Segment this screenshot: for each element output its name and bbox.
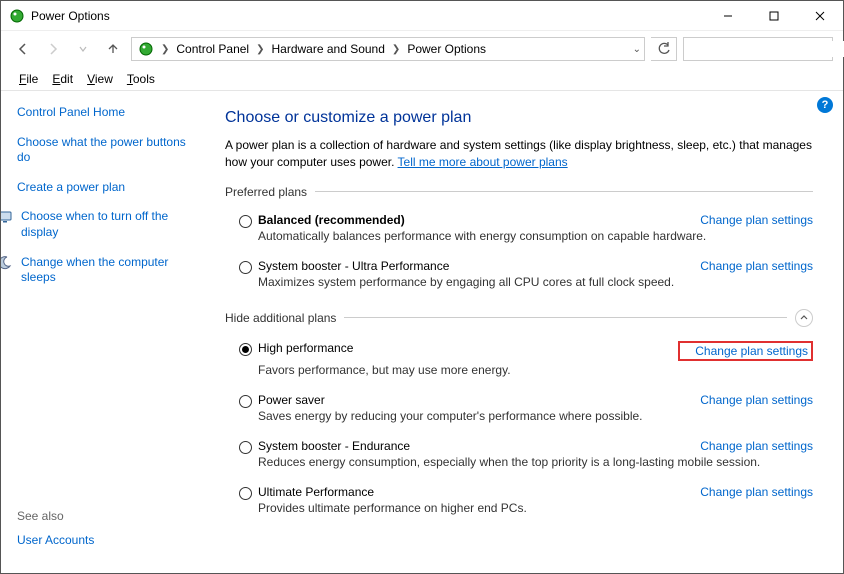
menu-tools[interactable]: Tools — [121, 70, 161, 88]
breadcrumb-segment[interactable]: Hardware and Sound — [268, 38, 389, 60]
change-plan-settings-link[interactable]: Change plan settings — [695, 344, 808, 358]
sidebar-choose-buttons[interactable]: Choose what the power buttons do — [17, 135, 199, 166]
see-also-heading: See also — [17, 509, 199, 523]
refresh-button[interactable] — [651, 37, 677, 61]
power-plan-row: High performance Change plan settings Favo… — [225, 337, 813, 389]
preferred-plans-list: Balanced (recommended) Change plan settin… — [225, 209, 813, 301]
intro-text: A power plan is a collection of hardware… — [225, 137, 813, 171]
additional-plans-heading: Hide additional plans — [225, 309, 813, 327]
power-plan-row: Power saver Change plan settings Saves ene… — [225, 389, 813, 435]
window-title: Power Options — [31, 9, 110, 23]
body: ? Control Panel Home Choose what the pow… — [1, 91, 843, 573]
section-label: Preferred plans — [225, 185, 307, 199]
plan-description: Favors performance, but may use more ene… — [258, 363, 813, 377]
sidebar-turn-off-display[interactable]: Choose when to turn off the display — [21, 209, 199, 240]
plan-radio[interactable] — [239, 395, 252, 408]
plan-radio[interactable] — [239, 261, 252, 274]
search-field[interactable] — [690, 41, 844, 57]
plan-name[interactable]: High performance — [258, 341, 353, 355]
sidebar-home[interactable]: Control Panel Home — [17, 105, 199, 121]
plan-radio[interactable] — [239, 441, 252, 454]
recent-dropdown-icon[interactable] — [71, 37, 95, 61]
chevron-right-icon[interactable]: ❯ — [389, 44, 403, 55]
search-input[interactable] — [683, 37, 833, 61]
close-button[interactable] — [797, 1, 843, 31]
sidebar-user-accounts[interactable]: User Accounts — [17, 533, 199, 549]
plan-radio[interactable] — [239, 215, 252, 228]
navbar: ❯ Control Panel ❯ Hardware and Sound ❯ P… — [1, 31, 843, 67]
section-label: Hide additional plans — [225, 311, 336, 325]
power-options-icon — [9, 8, 25, 24]
plan-description: Maximizes system performance by engaging… — [258, 275, 813, 289]
window-root: Power Options ❯ Control Pa — [0, 0, 844, 574]
power-plan-row: System booster - Endurance Change plan se… — [225, 435, 813, 481]
chevron-right-icon[interactable]: ❯ — [158, 44, 172, 55]
tell-me-more-link[interactable]: Tell me more about power plans — [398, 155, 568, 169]
plan-description: Automatically balances performance with … — [258, 229, 813, 243]
titlebar: Power Options — [1, 1, 843, 31]
menu-file[interactable]: File — [13, 70, 44, 88]
power-plan-row: System booster - Ultra Performance Change… — [225, 255, 813, 301]
preferred-plans-heading: Preferred plans — [225, 185, 813, 199]
power-options-icon — [138, 41, 154, 57]
forward-button[interactable] — [41, 37, 65, 61]
breadcrumb[interactable]: ❯ Control Panel ❯ Hardware and Sound ❯ P… — [131, 37, 645, 61]
sidebar-create-plan[interactable]: Create a power plan — [17, 180, 199, 196]
back-button[interactable] — [11, 37, 35, 61]
main-content: Choose or customize a power plan A power… — [211, 91, 843, 573]
plan-name[interactable]: Power saver — [258, 393, 325, 407]
sidebar-change-sleep[interactable]: Change when the computer sleeps — [21, 255, 199, 286]
change-plan-settings-link[interactable]: Change plan settings — [700, 485, 813, 499]
chevron-down-icon[interactable]: ⌄ — [630, 44, 644, 55]
plan-name[interactable]: Balanced (recommended) — [258, 213, 405, 227]
moon-icon — [1, 255, 13, 271]
plan-description: Saves energy by reducing your computer's… — [258, 409, 813, 423]
change-plan-settings-link[interactable]: Change plan settings — [700, 259, 813, 273]
chevron-right-icon[interactable]: ❯ — [253, 44, 267, 55]
change-plan-settings-link[interactable]: Change plan settings — [700, 439, 813, 453]
plan-name[interactable]: System booster - Ultra Performance — [258, 259, 449, 273]
minimize-button[interactable] — [705, 1, 751, 31]
power-plan-row: Balanced (recommended) Change plan settin… — [225, 209, 813, 255]
plan-name[interactable]: Ultimate Performance — [258, 485, 374, 499]
plan-radio[interactable] — [239, 487, 252, 500]
sidebar: Control Panel Home Choose what the power… — [1, 91, 211, 573]
change-plan-settings-link[interactable]: Change plan settings — [700, 393, 813, 407]
monitor-icon — [1, 209, 13, 225]
power-plan-row: Ultimate Performance Change plan settings… — [225, 481, 813, 527]
help-icon[interactable]: ? — [817, 97, 833, 113]
up-button[interactable] — [101, 37, 125, 61]
maximize-button[interactable] — [751, 1, 797, 31]
change-plan-settings-link[interactable]: Change plan settings — [700, 213, 813, 227]
plan-description: Reduces energy consumption, especially w… — [258, 455, 813, 469]
menu-view[interactable]: View — [81, 70, 119, 88]
plan-description: Provides ultimate performance on higher … — [258, 501, 813, 515]
plan-name[interactable]: System booster - Endurance — [258, 439, 410, 453]
menubar: File Edit View Tools — [1, 67, 843, 91]
highlight-box: Change plan settings — [678, 341, 813, 361]
collapse-icon[interactable] — [795, 309, 813, 327]
page-title: Choose or customize a power plan — [225, 109, 813, 127]
plan-radio[interactable] — [239, 343, 252, 356]
additional-plans-list: High performance Change plan settings Favo… — [225, 337, 813, 527]
breadcrumb-segment[interactable]: Power Options — [403, 38, 490, 60]
breadcrumb-segment[interactable]: Control Panel — [172, 38, 253, 60]
menu-edit[interactable]: Edit — [46, 70, 79, 88]
